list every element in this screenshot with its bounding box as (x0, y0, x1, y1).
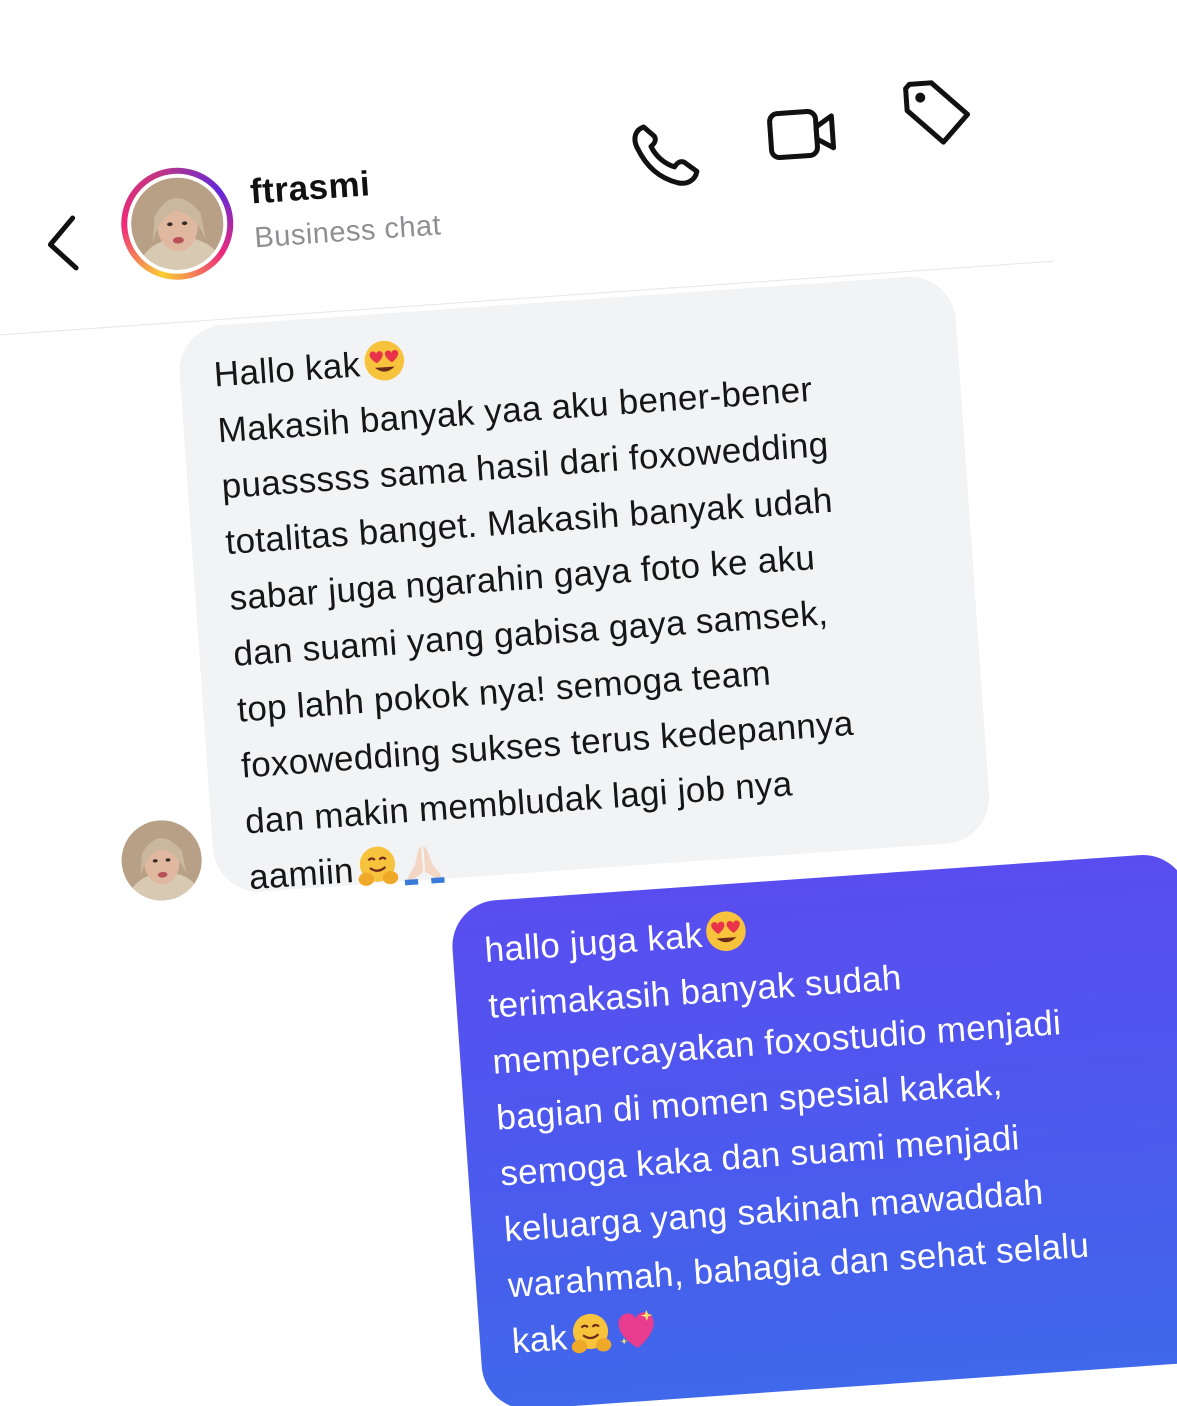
hugging-face-emoji (572, 1313, 612, 1354)
chevron-left-icon (47, 215, 79, 271)
phone-icon (632, 124, 700, 186)
chat-content: ftrasmi Business chat Hallo kak Makasih … (0, 0, 1177, 1406)
chat-type-label: Business chat (253, 209, 443, 255)
outgoing-message-bubble[interactable]: hallo juga kak terimakasih banyak sudah … (449, 851, 1177, 1406)
profile-avatar[interactable] (117, 163, 238, 284)
label-tag-button[interactable] (897, 72, 978, 153)
folded-hands-emoji (404, 845, 445, 886)
tag-icon (903, 80, 971, 145)
contact-name[interactable]: ftrasmi (249, 164, 372, 212)
back-button[interactable] (40, 212, 84, 275)
hugging-face-emoji (358, 846, 399, 886)
video-call-icon (767, 109, 837, 161)
chat-screen: ftrasmi Business chat Hallo kak Makasih … (0, 0, 1177, 1406)
phone-call-button[interactable] (625, 113, 706, 194)
heart-eyes-emoji (364, 340, 404, 381)
avatar-photo (128, 174, 227, 273)
heart-eyes-emoji (706, 911, 746, 951)
incoming-message-bubble[interactable]: Hallo kak Makasih banyak yaa aku bener-b… (176, 273, 993, 897)
video-call-button[interactable] (762, 93, 843, 174)
sender-avatar[interactable] (118, 817, 205, 904)
sparkling-heart-emoji (618, 1309, 655, 1348)
